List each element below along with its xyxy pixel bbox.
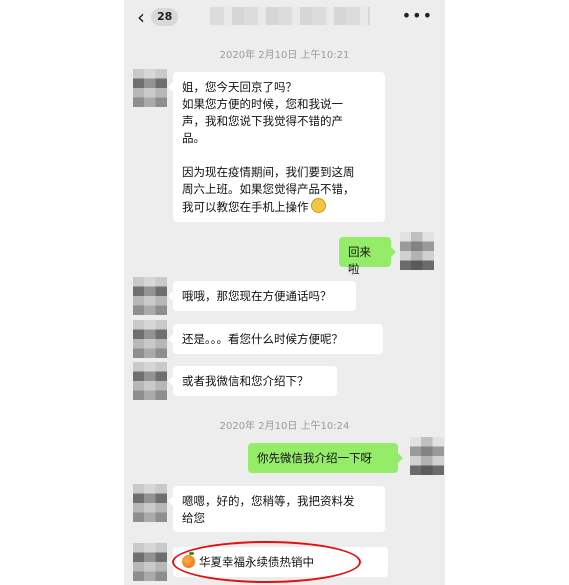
red-annotation-circle — [172, 541, 361, 583]
message-text: 还是。。。看您什么时候方便呢？ — [182, 332, 343, 346]
more-options-icon[interactable]: ••• — [402, 6, 433, 25]
contact-avatar[interactable] — [133, 69, 167, 107]
contact-avatar[interactable] — [133, 362, 167, 400]
contact-avatar[interactable] — [133, 320, 167, 358]
message-bubble-received[interactable]: 还是。。。看您什么时候方便呢？ — [168, 324, 383, 354]
unread-count-badge[interactable]: 28 — [151, 8, 179, 26]
timestamp: 2020年 2月10日 上午10:24 — [219, 421, 350, 432]
message-bubble-received[interactable]: 哦哦，那您现在方便通话吗？ — [168, 281, 356, 311]
chat-header: ‹ 28 ••• — [124, 0, 445, 34]
contact-avatar[interactable] — [133, 484, 167, 522]
my-avatar[interactable] — [410, 437, 444, 475]
contact-name-blurred — [210, 7, 370, 25]
message-bubble-received[interactable]: 嗯嗯，好的，您稍等，我把资料发 给您 — [168, 486, 385, 532]
grin-emoji-icon — [310, 198, 326, 213]
contact-avatar[interactable] — [133, 543, 167, 581]
contact-avatar[interactable] — [133, 277, 167, 315]
message-text: 或者我微信和您介绍下？ — [182, 374, 309, 388]
message-bubble-received[interactable]: 或者我微信和您介绍下？ — [168, 366, 337, 396]
message-bubble-sent[interactable]: 你先微信我介绍一下呀 — [248, 443, 403, 473]
message-bubble-received[interactable]: 姐，您今天回京了吗？ 如果您方便的时候，您和我说一 声，我和您说下我觉得不错的产… — [168, 72, 385, 222]
chat-window: ‹ 28 ••• 2020年 2月10日 上午10:21 姐，您今天回京了吗？ … — [124, 0, 445, 585]
message-text: 哦哦，那您现在方便通话吗？ — [182, 289, 332, 303]
message-text: 你先微信我介绍一下呀 — [257, 451, 372, 465]
timestamp: 2020年 2月10日 上午10:21 — [219, 50, 350, 61]
message-text: 姐，您今天回京了吗？ 如果您方便的时候，您和我说一 声，我和您说下我觉得不错的产… — [182, 80, 355, 214]
message-text: 嗯嗯，好的，您稍等，我把资料发 给您 — [182, 494, 355, 525]
message-text: 回来啦 — [348, 245, 371, 276]
my-avatar[interactable] — [400, 232, 434, 270]
message-bubble-sent[interactable]: 回来啦 — [339, 237, 396, 276]
